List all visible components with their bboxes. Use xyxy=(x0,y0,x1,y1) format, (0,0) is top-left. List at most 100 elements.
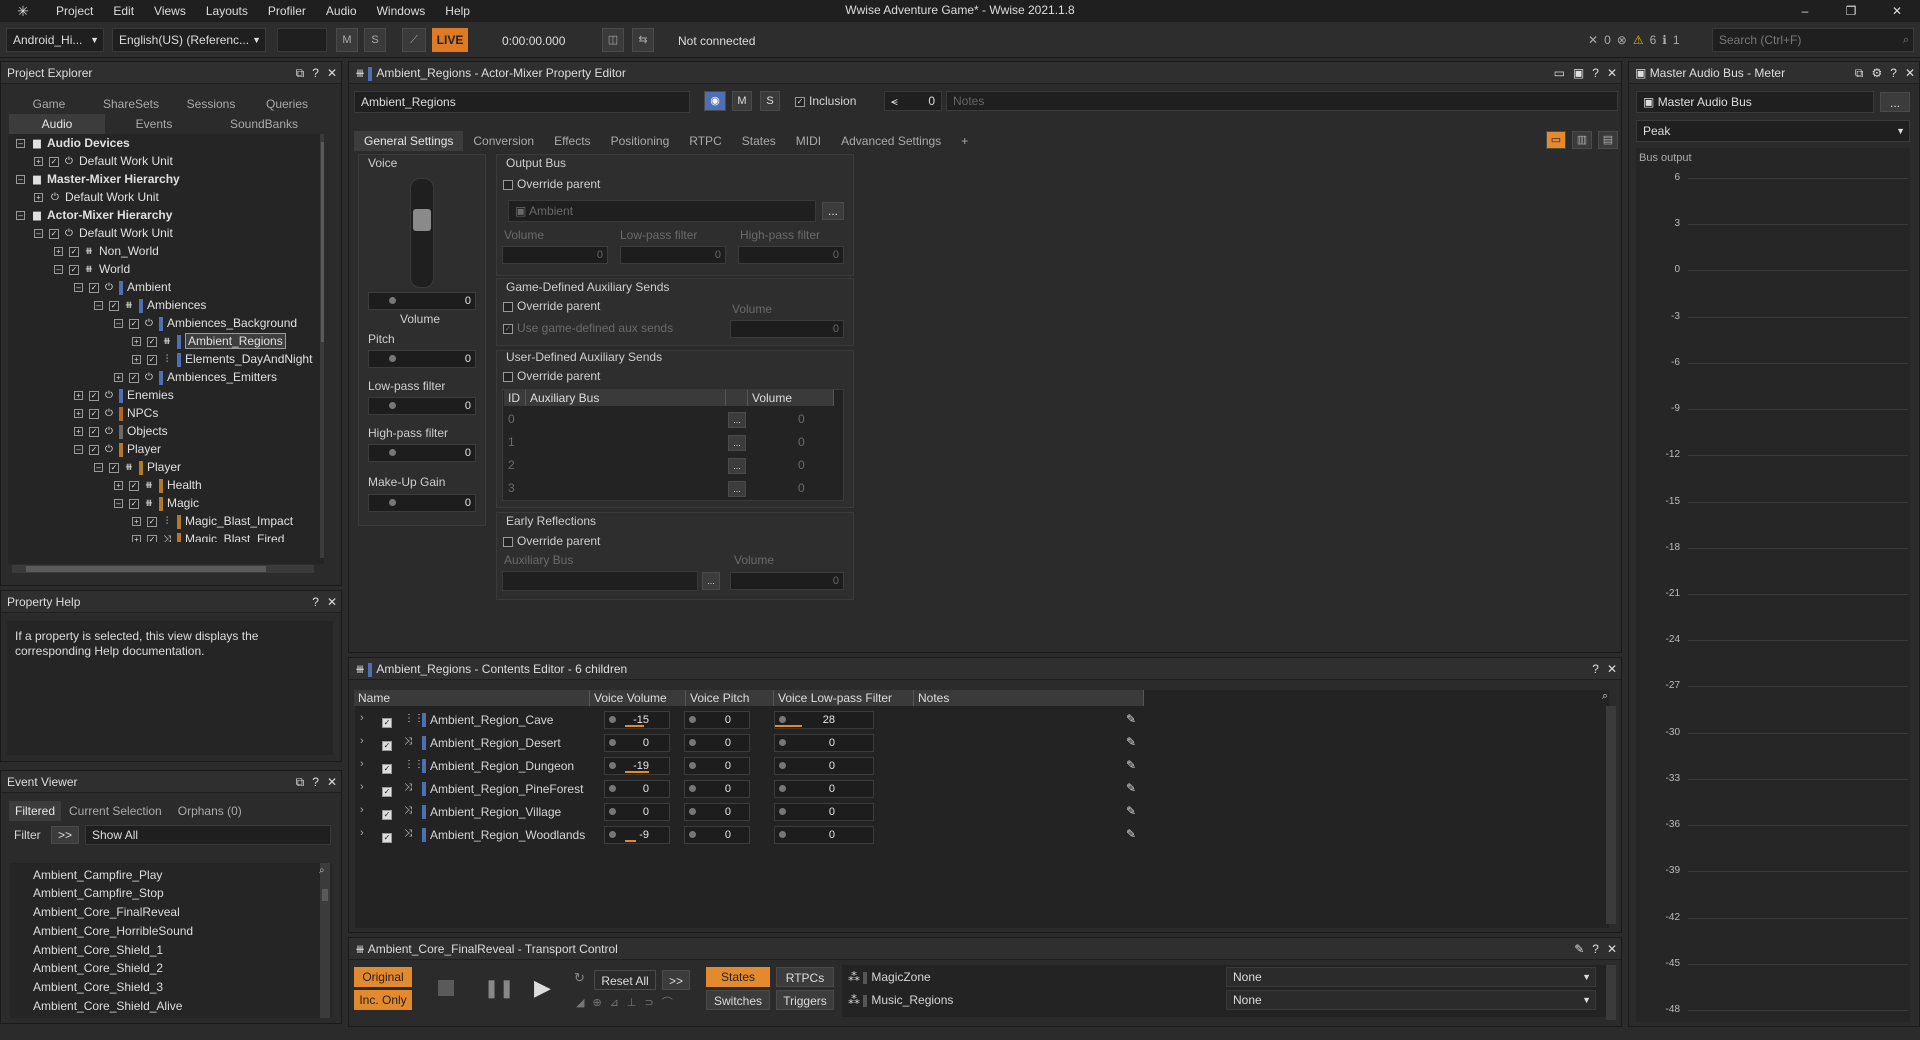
table-row[interactable]: › ✓ ⤨ Ambient_Region_Woodlands -9 0 0 ✎ xyxy=(354,824,1614,847)
expand-icon[interactable]: + xyxy=(132,355,141,365)
layout-stack-icon[interactable]: ▤ xyxy=(1598,131,1618,149)
switches-button[interactable]: Switches xyxy=(706,990,770,1010)
state-value-dropdown[interactable]: None ▼ xyxy=(1226,990,1596,1010)
voice-volume-slider[interactable]: -15 xyxy=(604,711,670,729)
checkbox[interactable]: ✓ xyxy=(382,717,392,728)
layout-single-icon[interactable]: ▭ xyxy=(1546,131,1566,149)
tree-item[interactable]: + ✓ ⫶ Magic_Blast_Impact xyxy=(132,512,293,530)
checkbox[interactable]: ✓ xyxy=(382,740,392,751)
collapse-icon[interactable]: – xyxy=(114,319,123,329)
collapse-icon[interactable]: – xyxy=(74,445,83,455)
menu-edit[interactable]: Edit xyxy=(103,0,144,22)
event-list-scrollbar[interactable] xyxy=(320,863,330,1018)
checkbox[interactable]: ✓ xyxy=(129,318,139,329)
checkbox[interactable] xyxy=(503,536,513,547)
close-icon[interactable]: ✕ xyxy=(1874,0,1920,22)
search-icon[interactable]: ⌕ xyxy=(1602,690,1608,703)
tree-item[interactable]: + ✓ ⏻ Ambiences_Emitters xyxy=(114,368,277,386)
checkbox[interactable]: ✓ xyxy=(69,264,79,275)
tree-item[interactable]: – ✓ ⏻ Ambiences_Background xyxy=(114,314,297,332)
close-icon[interactable]: ✕ xyxy=(1607,62,1617,84)
scroll-thumb[interactable] xyxy=(321,142,324,342)
browse-button[interactable]: ... xyxy=(822,202,844,220)
table-row[interactable]: › ✓ ⋮⋮ Ambient_Region_Cave -15 0 28 ✎ xyxy=(354,709,1614,732)
checkbox[interactable]: ✓ xyxy=(109,462,119,473)
triggers-button[interactable]: Triggers xyxy=(776,990,834,1010)
event-item[interactable]: Ambient_Core_Shield_2 xyxy=(33,959,163,977)
tab-events[interactable]: Events xyxy=(105,114,203,134)
pin-icon[interactable]: ✎ xyxy=(1574,938,1584,960)
help-icon[interactable]: ? xyxy=(312,771,319,793)
expand-icon[interactable]: + xyxy=(114,481,123,491)
expand-icon[interactable]: + xyxy=(54,247,63,257)
tab-midi[interactable]: MIDI xyxy=(785,131,832,151)
edit-notes-icon[interactable]: ✎ xyxy=(1126,712,1136,726)
checkbox[interactable]: ✓ xyxy=(382,832,392,843)
more-button[interactable]: >> xyxy=(662,970,690,990)
references-field[interactable]: ⪪ 0 xyxy=(884,91,942,111)
voice-volume-slider[interactable]: 0 xyxy=(604,780,670,798)
solo-button[interactable]: S xyxy=(364,28,386,52)
game-aux-override[interactable]: Override parent xyxy=(503,299,600,313)
edit-notes-icon[interactable]: ✎ xyxy=(1126,758,1136,772)
checkbox[interactable]: ✓ xyxy=(89,444,99,455)
col-voice-pitch[interactable]: Voice Pitch xyxy=(686,690,774,706)
edit-notes-icon[interactable]: ✎ xyxy=(1126,827,1136,841)
gear-icon[interactable]: ⚙ xyxy=(1871,62,1882,84)
help-icon[interactable]: ? xyxy=(312,62,319,84)
tab-sharesets[interactable]: ShareSets xyxy=(89,94,173,114)
float-icon[interactable]: ⧉ xyxy=(296,62,305,84)
edit-notes-icon[interactable]: ✎ xyxy=(1126,804,1136,818)
checkbox[interactable]: ✓ xyxy=(89,390,99,401)
browse-button[interactable]: ... xyxy=(702,572,720,590)
tree-item[interactable]: – ✓ ⏻ Player xyxy=(74,440,161,458)
tab-advanced-settings[interactable]: Advanced Settings xyxy=(831,131,952,151)
tree-item[interactable]: – ✓ ⏻ Default Work Unit xyxy=(34,224,173,242)
expand-icon[interactable]: › xyxy=(360,758,364,770)
color-box[interactable] xyxy=(277,28,327,52)
filter-more-button[interactable]: >> xyxy=(51,826,79,844)
tree-item[interactable]: + ⏻ Default Work Unit xyxy=(34,188,159,206)
tree-item[interactable]: + ✓ ⏻ Enemies xyxy=(74,386,174,404)
menu-audio[interactable]: Audio xyxy=(316,0,367,22)
output-override[interactable]: Override parent xyxy=(503,177,600,191)
close-icon[interactable]: ✕ xyxy=(1905,62,1915,84)
collapse-icon[interactable]: – xyxy=(16,211,25,221)
menu-views[interactable]: Views xyxy=(144,0,196,22)
edit-notes-icon[interactable]: ✎ xyxy=(1126,781,1136,795)
voice-lpf-slider[interactable]: 28 xyxy=(774,711,874,729)
meter-bus-field[interactable]: ▣ Master Audio Bus xyxy=(1636,91,1874,113)
voice-pitch-slider[interactable]: 0 xyxy=(684,711,750,729)
tab-audio[interactable]: Audio xyxy=(9,114,105,134)
search-input[interactable]: Search (Ctrl+F) ⌕ xyxy=(1712,28,1914,52)
close-icon[interactable]: ✕ xyxy=(327,771,337,793)
tree-item[interactable]: – ✓ ⧻ Ambiences xyxy=(94,296,206,314)
checkbox[interactable] xyxy=(503,179,513,190)
tab-states[interactable]: States xyxy=(731,131,786,151)
menu-project[interactable]: Project xyxy=(46,0,103,22)
voice-volume-slider[interactable]: -9 xyxy=(604,826,670,844)
checkbox[interactable]: ✓ xyxy=(49,156,59,167)
event-item[interactable]: Ambient_Core_HorribleSound xyxy=(33,922,193,940)
tree-item[interactable]: – ✓ ⧻ World xyxy=(54,260,130,278)
scroll-thumb[interactable] xyxy=(322,889,328,901)
voice-volume-slider[interactable]: 0 xyxy=(604,734,670,752)
browse-button[interactable]: ... xyxy=(1880,92,1910,112)
event-item[interactable]: Ambient_Campfire_Stop xyxy=(33,884,164,902)
table-row[interactable]: › ✓ ⤨ Ambient_Region_Desert 0 0 0 ✎ xyxy=(354,732,1614,755)
profiler-graph-icon[interactable]: ⟋ xyxy=(402,28,426,52)
tree-item[interactable]: – ▆ Actor-Mixer Hierarchy xyxy=(16,206,172,224)
tree-hscroll[interactable] xyxy=(12,565,314,573)
voice-lpf-slider[interactable]: 0 xyxy=(774,757,874,775)
table-row[interactable]: › ✓ ⤨ Ambient_Region_PineForest 0 0 0 ✎ xyxy=(354,778,1614,801)
checkbox[interactable]: ✓ xyxy=(147,354,157,365)
collapse-icon[interactable]: – xyxy=(34,229,43,239)
event-item[interactable]: Ambient_Core_FinalReveal xyxy=(33,903,180,921)
tab-current-selection[interactable]: Current Selection xyxy=(61,801,170,821)
user-aux-override[interactable]: Override parent xyxy=(503,369,600,383)
expand-icon[interactable]: + xyxy=(74,409,83,419)
log-counters[interactable]: ✕ 0 ⊗ ⚠ 6 ℹ1 xyxy=(1588,33,1680,47)
voice-pitch-slider[interactable]: 0 xyxy=(684,826,750,844)
object-name-field[interactable]: Ambient_Regions xyxy=(354,91,690,113)
voice-volume-slider[interactable]: 0 xyxy=(604,803,670,821)
